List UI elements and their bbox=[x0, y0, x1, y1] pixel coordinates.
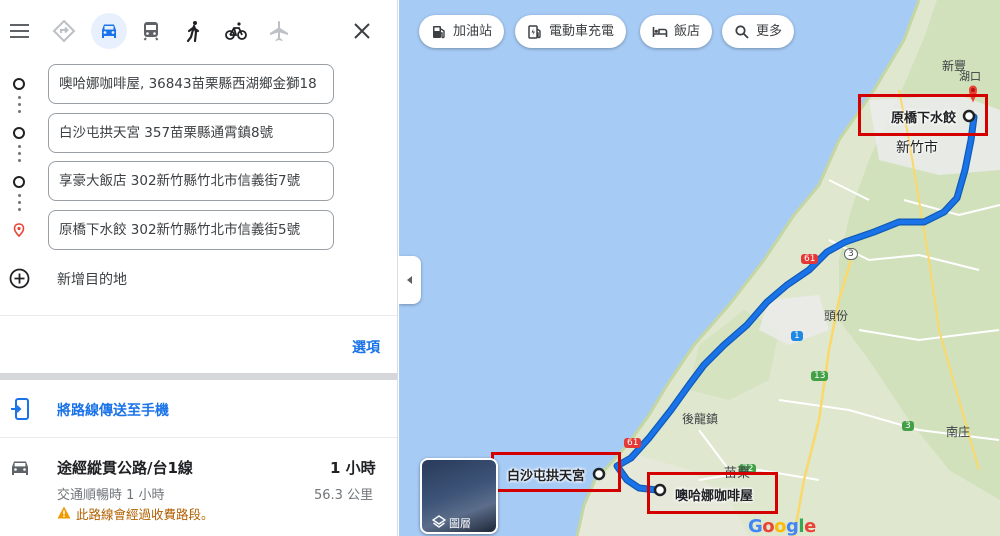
chip-label: 電動車充電 bbox=[549, 24, 615, 39]
area-label: 南庄 bbox=[946, 425, 971, 439]
add-destination-button[interactable]: 新增目的地 bbox=[0, 262, 340, 294]
route-name: 途經縱貫公路/台1線 bbox=[57, 459, 193, 477]
search-icon bbox=[735, 25, 749, 39]
chip-hotels[interactable]: 飯店 bbox=[640, 15, 713, 48]
road-shield: 61 bbox=[801, 254, 819, 264]
chip-more[interactable]: 更多 bbox=[722, 15, 795, 48]
route-dot bbox=[18, 96, 21, 99]
car-icon bbox=[12, 461, 28, 475]
waypoint-circle-icon bbox=[13, 127, 25, 139]
route-dot bbox=[18, 103, 21, 106]
diamond-turn-icon bbox=[52, 19, 76, 43]
route-option[interactable]: 途經縱貫公路/台1線 1 小時 交通順暢時 1 小時 56.3 公里 此路線會經… bbox=[0, 440, 397, 536]
close-icon bbox=[354, 23, 370, 39]
options-link[interactable]: 選項 bbox=[352, 337, 380, 357]
add-destination-label: 新增目的地 bbox=[57, 272, 127, 288]
caret-left-icon bbox=[407, 276, 412, 284]
map-canvas[interactable]: 61 3 1 13 72 3 61 新豐 湖口 新竹市 頭份 後龍鎮 苗栗 南庄… bbox=[399, 0, 1000, 536]
chip-label: 飯店 bbox=[674, 24, 701, 39]
road-shield: 3 bbox=[902, 421, 914, 431]
chip-gas-station[interactable]: 加油站 bbox=[419, 15, 505, 48]
waypoint-input[interactable]: 享豪大飯店 302新竹縣竹北市信義街7號 bbox=[48, 161, 334, 201]
start-circle-icon bbox=[13, 78, 25, 90]
route-dot bbox=[18, 110, 21, 113]
mode-walking[interactable] bbox=[176, 13, 212, 49]
travel-mode-bar bbox=[0, 0, 397, 62]
car-icon bbox=[102, 24, 116, 38]
menu-button[interactable] bbox=[8, 19, 32, 43]
train-icon bbox=[143, 22, 159, 41]
mode-transit[interactable] bbox=[133, 13, 169, 49]
route-dot bbox=[18, 194, 21, 197]
road-shield: 3 bbox=[844, 248, 858, 260]
google-logo: Google bbox=[748, 516, 816, 536]
plane-icon bbox=[270, 21, 288, 41]
place-label-baishatun[interactable]: 白沙屯拱天宮 bbox=[507, 465, 585, 484]
bike-icon bbox=[225, 22, 247, 40]
route-dot bbox=[18, 152, 21, 155]
chip-label: 更多 bbox=[756, 24, 783, 39]
place-label-yuanqiao[interactable]: 原橋下水餃 bbox=[891, 107, 956, 126]
area-label: 湖口 bbox=[959, 70, 981, 83]
mode-driving[interactable] bbox=[91, 13, 127, 49]
road-shield: 13 bbox=[811, 371, 829, 381]
layers-icon bbox=[432, 515, 446, 528]
road-shield: 61 bbox=[624, 438, 642, 448]
waypoint-input[interactable]: 白沙屯拱天宮 357苗栗縣通霄鎮8號 bbox=[48, 113, 334, 153]
route-dot bbox=[18, 145, 21, 148]
directions-panel: 噢哈娜咖啡屋, 36843苗栗縣西湖鄉金獅18 白沙屯拱天宮 357苗栗縣通霄鎮… bbox=[0, 0, 398, 536]
layers-label: 圖層 bbox=[449, 517, 471, 530]
warning-icon bbox=[57, 506, 71, 519]
walk-icon bbox=[186, 21, 200, 43]
road-shield: 1 bbox=[791, 331, 803, 341]
send-to-phone-button[interactable]: 將路線傳送至手機 bbox=[0, 390, 397, 428]
route-dot bbox=[18, 208, 21, 211]
add-circle-icon bbox=[9, 268, 30, 289]
divider bbox=[0, 437, 397, 438]
route-distance: 56.3 公里 bbox=[314, 488, 374, 503]
area-label: 頭份 bbox=[824, 309, 849, 323]
send-to-phone-icon bbox=[11, 398, 29, 420]
place-label-ohana-cafe[interactable]: 噢哈娜咖啡屋 bbox=[675, 485, 753, 504]
gas-station-icon bbox=[433, 26, 445, 39]
divider bbox=[0, 315, 397, 316]
collapse-panel-button[interactable] bbox=[399, 256, 421, 304]
mode-cycling[interactable] bbox=[218, 13, 254, 49]
waypoint-circle-icon bbox=[13, 176, 25, 188]
section-divider bbox=[0, 373, 397, 380]
chip-label: 加油站 bbox=[453, 24, 493, 39]
layers-button[interactable]: 圖層 bbox=[420, 458, 498, 534]
route-dot bbox=[18, 201, 21, 204]
route-dot bbox=[18, 159, 21, 162]
area-label: 後龍鎮 bbox=[682, 412, 719, 426]
mode-best-route[interactable] bbox=[46, 13, 82, 49]
chip-ev-charging[interactable]: 電動車充電 bbox=[515, 15, 627, 48]
area-label: 新竹市 bbox=[896, 140, 938, 156]
route-duration: 1 小時 bbox=[330, 459, 376, 477]
send-to-phone-label: 將路線傳送至手機 bbox=[57, 403, 169, 419]
route-traffic: 交通順暢時 1 小時 bbox=[57, 488, 165, 503]
starting-point-input[interactable]: 噢哈娜咖啡屋, 36843苗栗縣西湖鄉金獅18 bbox=[48, 64, 334, 104]
map-base bbox=[575, 0, 1000, 536]
toll-warning: 此路線會經過收費路段。 bbox=[76, 507, 214, 522]
destination-pin-icon bbox=[13, 223, 25, 237]
bed-icon bbox=[652, 27, 668, 37]
destination-input[interactable]: 原橋下水餃 302新竹縣竹北市信義街5號 bbox=[48, 210, 334, 250]
ev-charging-icon bbox=[528, 25, 541, 39]
close-directions-button[interactable] bbox=[350, 19, 374, 43]
mode-flight[interactable] bbox=[261, 13, 297, 49]
